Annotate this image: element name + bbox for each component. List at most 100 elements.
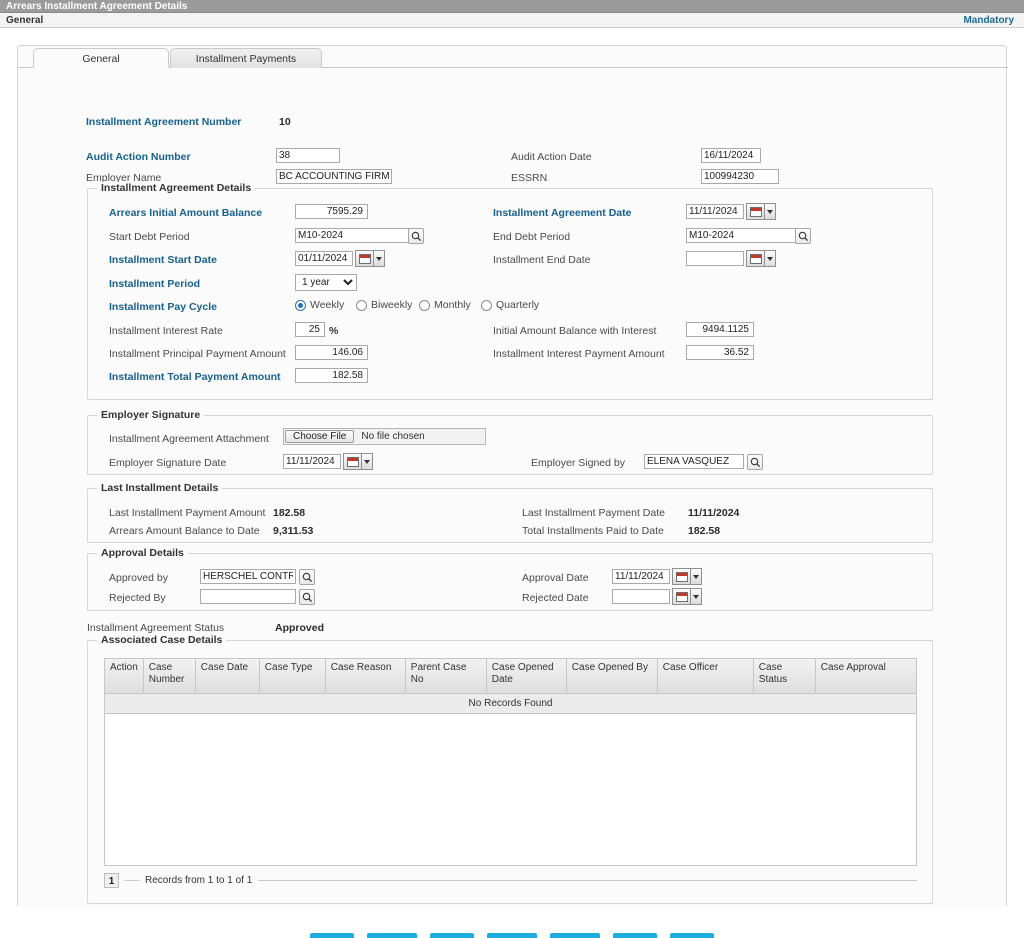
table-pager: 1 Records from 1 to 1 of 1	[104, 873, 917, 888]
column-header-action[interactable]: Action	[105, 659, 144, 694]
column-header-case-number[interactable]: Case Number	[143, 659, 196, 694]
installment-total-payment-amount-input[interactable]	[295, 368, 368, 383]
audit-action-date-input[interactable]	[701, 148, 761, 163]
chevron-down-icon[interactable]	[691, 568, 702, 585]
pay-cycle-monthly[interactable]: Monthly	[419, 299, 471, 311]
rejected-date-picker[interactable]	[672, 588, 702, 605]
choose-file-button[interactable]: Choose File	[285, 430, 355, 443]
employer-signed-by-search-icon[interactable]	[747, 454, 763, 470]
arrears-initial-amount-balance-input[interactable]	[295, 204, 368, 219]
calendar-icon[interactable]	[672, 568, 691, 585]
value-last-installment-payment-amount: 182.58	[273, 507, 306, 519]
tab-general[interactable]: General	[33, 48, 169, 68]
installment-start-date-picker[interactable]	[355, 250, 385, 267]
radio-weekly-icon[interactable]	[295, 299, 306, 311]
chevron-down-icon[interactable]	[374, 250, 385, 267]
pager-divider-right	[258, 880, 917, 881]
chevron-down-icon[interactable]	[691, 588, 702, 605]
chevron-down-icon[interactable]	[362, 453, 373, 470]
approve-button[interactable]: Approve	[487, 933, 537, 938]
installment-start-date-input[interactable]	[295, 251, 353, 266]
column-header-case-opened-date[interactable]: Case Opened Date	[486, 659, 567, 694]
legend-installment-agreement-details: Installment Agreement Details	[97, 182, 256, 194]
rejected-by-search-icon[interactable]	[299, 589, 315, 605]
approved-by-search-icon[interactable]	[299, 569, 315, 585]
pay-cycle-quarterly[interactable]: Quarterly	[481, 299, 539, 311]
exit-button[interactable]: Exit	[670, 933, 714, 938]
pay-cycle-biweekly[interactable]: Biweekly	[356, 299, 412, 311]
audit-action-number-input[interactable]	[276, 148, 340, 163]
installment-end-date-picker[interactable]	[746, 250, 776, 267]
column-header-parent-case-no[interactable]: Parent Case No	[405, 659, 487, 694]
chevron-down-icon[interactable]	[765, 203, 776, 220]
approval-date-input[interactable]	[612, 569, 670, 584]
essrn-input[interactable]	[701, 169, 779, 184]
employer-signature-date-input[interactable]	[283, 454, 341, 469]
calendar-icon[interactable]	[746, 203, 765, 220]
column-header-case-date[interactable]: Case Date	[195, 659, 260, 694]
legend-employer-signature: Employer Signature	[97, 409, 205, 421]
update-button[interactable]: Update	[367, 933, 417, 938]
installment-interest-payment-amount-input[interactable]	[686, 345, 754, 360]
radio-biweekly-icon[interactable]	[356, 299, 367, 311]
column-header-case-officer[interactable]: Case Officer	[657, 659, 754, 694]
installment-principal-payment-amount-input[interactable]	[295, 345, 368, 360]
initial-amount-balance-with-interest-input[interactable]	[686, 322, 754, 337]
calendar-icon[interactable]	[746, 250, 765, 267]
label-start-debt-period: Start Debt Period	[109, 231, 190, 243]
legend-last-installment-details: Last Installment Details	[97, 482, 223, 494]
column-header-case-status[interactable]: Case Status	[753, 659, 816, 694]
fieldset-approval-details: Approval Details Approved by Approval Da…	[87, 547, 933, 611]
rejected-date-input[interactable]	[612, 589, 670, 604]
rejected-by-input[interactable]	[200, 589, 296, 604]
installment-end-date-input[interactable]	[686, 251, 744, 266]
pay-cycle-weekly[interactable]: Weekly	[295, 299, 344, 311]
column-header-case-approval[interactable]: Case Approval	[815, 659, 916, 694]
fieldset-installment-agreement-details: Installment Agreement Details Arrears In…	[87, 182, 933, 400]
tab-panel-general: Installment Agreement Number 10 Audit Ac…	[18, 68, 1006, 908]
value-last-installment-payment-date: 11/11/2024	[688, 507, 740, 519]
value-installment-agreement-number: 10	[279, 116, 291, 128]
installment-period-select[interactable]: 1 year	[295, 274, 357, 291]
post-button[interactable]: Post	[430, 933, 474, 938]
installment-agreement-date-input[interactable]	[686, 204, 744, 219]
chevron-down-icon[interactable]	[765, 250, 776, 267]
breadcrumb: General	[6, 15, 44, 26]
tab-installment-payments[interactable]: Installment Payments	[170, 48, 322, 68]
label-essrn: ESSRN	[511, 172, 548, 184]
radio-monthly-icon[interactable]	[419, 299, 430, 311]
start-debt-period-input[interactable]	[295, 228, 414, 243]
tab-installment-payments-label: Installment Payments	[195, 53, 297, 65]
add-button[interactable]: Add	[310, 933, 354, 938]
label-installment-agreement-number: Installment Agreement Number	[86, 116, 242, 128]
employer-signed-by-input[interactable]	[644, 454, 744, 469]
start-debt-period-search-icon[interactable]	[408, 228, 424, 244]
calendar-icon[interactable]	[672, 588, 691, 605]
employer-signature-date-picker[interactable]	[343, 453, 373, 470]
value-installment-agreement-status: Approved	[275, 622, 325, 634]
installment-interest-rate-input[interactable]	[295, 322, 325, 337]
reject-button[interactable]: Reject	[550, 933, 600, 938]
column-header-case-type[interactable]: Case Type	[259, 659, 326, 694]
employer-name-input[interactable]	[276, 169, 392, 184]
approval-date-picker[interactable]	[672, 568, 702, 585]
label-installment-interest-rate: Installment Interest Rate	[109, 325, 223, 337]
calendar-icon[interactable]	[343, 453, 362, 470]
label-installment-interest-payment-amount: Installment Interest Payment Amount	[493, 348, 665, 360]
case-button[interactable]: Case	[613, 933, 657, 938]
end-debt-period-search-icon[interactable]	[795, 228, 811, 244]
approved-by-input[interactable]	[200, 569, 296, 584]
installment-agreement-attachment-file[interactable]: Choose File No file chosen	[283, 428, 486, 445]
pager-divider-left	[124, 880, 140, 881]
tab-strip: General Installment Payments	[18, 46, 1008, 68]
installment-agreement-date-picker[interactable]	[746, 203, 776, 220]
label-total-installments-paid-to-date: Total Installments Paid to Date	[522, 525, 664, 537]
radio-quarterly-icon[interactable]	[481, 299, 492, 311]
calendar-icon[interactable]	[355, 250, 374, 267]
pager-page-1[interactable]: 1	[104, 873, 119, 888]
column-header-case-opened-by[interactable]: Case Opened By	[566, 659, 658, 694]
column-header-case-reason[interactable]: Case Reason	[325, 659, 406, 694]
end-debt-period-input[interactable]	[686, 228, 796, 243]
pay-cycle-weekly-label: Weekly	[310, 299, 345, 311]
label-installment-agreement-date: Installment Agreement Date	[493, 207, 632, 219]
